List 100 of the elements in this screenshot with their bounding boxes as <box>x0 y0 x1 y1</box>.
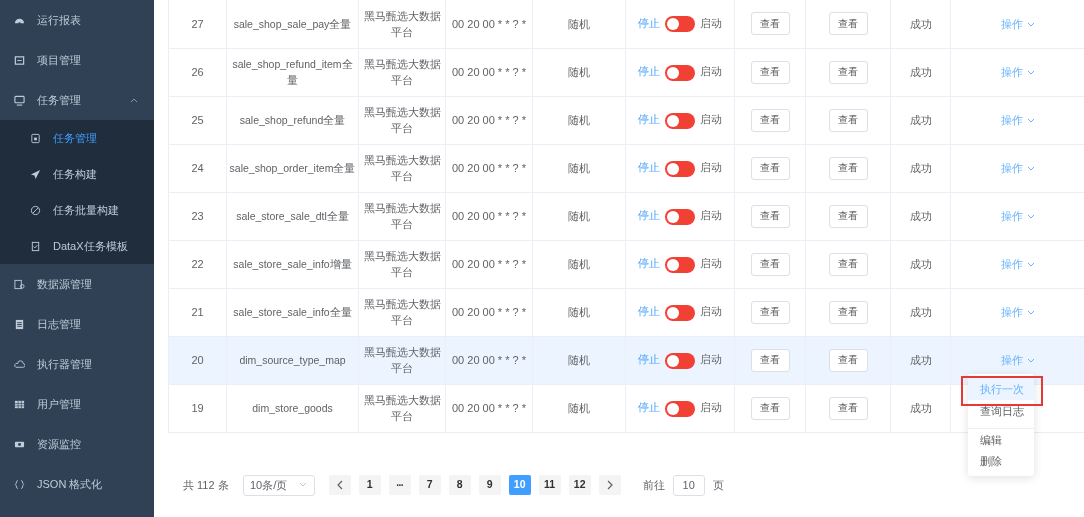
sidebar-item[interactable]: 执行器管理 <box>0 344 154 384</box>
toggle-switch[interactable] <box>665 304 695 321</box>
page-button[interactable]: 9 <box>478 475 501 495</box>
view-button[interactable]: 查看 <box>750 348 790 372</box>
toggle-switch[interactable] <box>665 16 695 33</box>
view-button[interactable]: 查看 <box>828 108 868 132</box>
view-button[interactable]: 查看 <box>828 396 868 420</box>
start-label: 启动 <box>700 161 722 174</box>
stop-label: 停止 <box>638 17 660 30</box>
table-cell: 00 20 00 * * ? * <box>445 288 533 336</box>
table-cell: 随机 <box>532 240 626 288</box>
table-cell: 成功 <box>890 336 951 384</box>
sidebar-item[interactable]: 日志管理 <box>0 304 154 344</box>
sidebar-item[interactable]: JSON 格式化 <box>0 464 154 504</box>
table-icon <box>14 398 25 410</box>
toggle-switch[interactable] <box>665 112 695 129</box>
sidebar-item[interactable]: 项目管理 <box>0 40 154 80</box>
table-cell: 19 <box>168 384 227 432</box>
table-cell: 随机 <box>532 288 626 336</box>
sidebar-item[interactable]: 用户管理 <box>0 384 154 424</box>
view-button[interactable]: 查看 <box>750 60 790 84</box>
menu-item[interactable]: 删除 <box>968 450 1034 472</box>
view-button[interactable]: 查看 <box>828 300 868 324</box>
table-cell: 成功 <box>890 240 951 288</box>
start-label: 启动 <box>700 209 722 222</box>
chevron-icon <box>606 480 613 490</box>
table-cell: 成功 <box>890 144 951 192</box>
view-button[interactable]: 查看 <box>828 60 868 84</box>
table-cell: sale_shop_refund全量 <box>226 96 359 144</box>
menu-item[interactable]: 编辑 <box>968 428 1034 450</box>
page-button[interactable]: 7 <box>418 475 441 495</box>
next-page-button[interactable] <box>598 475 621 495</box>
more-pages-button[interactable]: ··· <box>388 475 411 495</box>
view-button[interactable]: 查看 <box>750 156 790 180</box>
view-button[interactable]: 查看 <box>750 12 790 36</box>
toggle-switch[interactable] <box>665 64 695 81</box>
view-button[interactable]: 查看 <box>750 204 790 228</box>
document-icon <box>14 318 25 330</box>
caret-icon <box>1026 214 1035 221</box>
clipboard-icon <box>30 240 41 252</box>
view-button[interactable]: 查看 <box>828 156 868 180</box>
view-button[interactable]: 查看 <box>828 204 868 228</box>
table-cell: 黑马甄选大数据平台 <box>358 384 446 432</box>
view-button[interactable]: 查看 <box>750 396 790 420</box>
toggle-switch[interactable] <box>665 208 695 225</box>
table-cell: sale_shop_order_item全量 <box>226 144 359 192</box>
monitor-icon <box>14 94 25 106</box>
menu-item[interactable]: 查询日志 <box>968 400 1034 422</box>
toggle-switch[interactable] <box>665 400 695 417</box>
table-cell: 00 20 00 * * ? * <box>445 192 533 240</box>
caret-icon <box>1026 262 1035 269</box>
sidebar-item[interactable]: 运行报表 <box>0 0 154 40</box>
table-cell: 随机 <box>532 48 626 96</box>
table-cell: 00 20 00 * * ? * <box>445 240 533 288</box>
table-cell: 黑马甄选大数据平台 <box>358 240 446 288</box>
submenu-item[interactable]: 任务批量构建 <box>0 192 154 228</box>
stop-label: 停止 <box>638 65 660 78</box>
table-cell: 00 20 00 * * ? * <box>445 144 533 192</box>
toggle-switch[interactable] <box>665 160 695 177</box>
table-cell: 黑马甄选大数据平台 <box>358 192 446 240</box>
view-button[interactable]: 查看 <box>828 252 868 276</box>
sidebar-item[interactable]: 数据源管理 <box>0 264 154 304</box>
view-button[interactable]: 查看 <box>750 252 790 276</box>
toggle-switch[interactable] <box>665 352 695 369</box>
table-cell: 黑马甄选大数据平台 <box>358 144 446 192</box>
page-button[interactable]: 12 <box>568 475 591 495</box>
view-button[interactable]: 查看 <box>828 12 868 36</box>
sidebar-item[interactable]: 资源监控 <box>0 424 154 464</box>
view-button[interactable]: 查看 <box>750 108 790 132</box>
table-cell: 成功 <box>890 96 951 144</box>
stop-label: 停止 <box>638 353 660 366</box>
page-button[interactable]: 1 <box>358 475 381 495</box>
table-cell: 成功 <box>890 288 951 336</box>
page-button[interactable]: 8 <box>448 475 471 495</box>
submenu-item[interactable]: DataX任务模板 <box>0 228 154 264</box>
braces-icon <box>14 478 25 490</box>
view-button[interactable]: 查看 <box>750 300 790 324</box>
table-cell: 25 <box>168 96 227 144</box>
sidebar-item[interactable]: 任务管理 <box>0 80 154 120</box>
submenu-item[interactable]: 任务构建 <box>0 156 154 192</box>
paper-plane-icon <box>30 168 41 180</box>
chevron-icon <box>336 480 343 490</box>
table-cell: 00 20 00 * * ? * <box>445 0 533 48</box>
page-size-select[interactable]: 10条/页 <box>242 474 315 496</box>
stop-label: 停止 <box>638 257 660 270</box>
submenu-item[interactable]: 任务管理 <box>0 120 154 156</box>
toggle-switch[interactable] <box>665 256 695 273</box>
page-input[interactable]: 10 <box>672 474 705 496</box>
page-button[interactable]: 11 <box>538 475 561 495</box>
start-label: 启动 <box>700 17 722 30</box>
table-cell: 成功 <box>890 0 951 48</box>
caret-icon <box>1026 21 1035 28</box>
prev-page-button[interactable] <box>328 475 351 495</box>
view-button[interactable]: 查看 <box>828 348 868 372</box>
total-count: 共 112 条 <box>183 477 229 493</box>
start-label: 启动 <box>700 353 722 366</box>
caret-icon <box>1026 70 1035 77</box>
table-cell: 00 20 00 * * ? * <box>445 336 533 384</box>
table-cell: 黑马甄选大数据平台 <box>358 336 446 384</box>
stop-label: 停止 <box>638 113 660 126</box>
